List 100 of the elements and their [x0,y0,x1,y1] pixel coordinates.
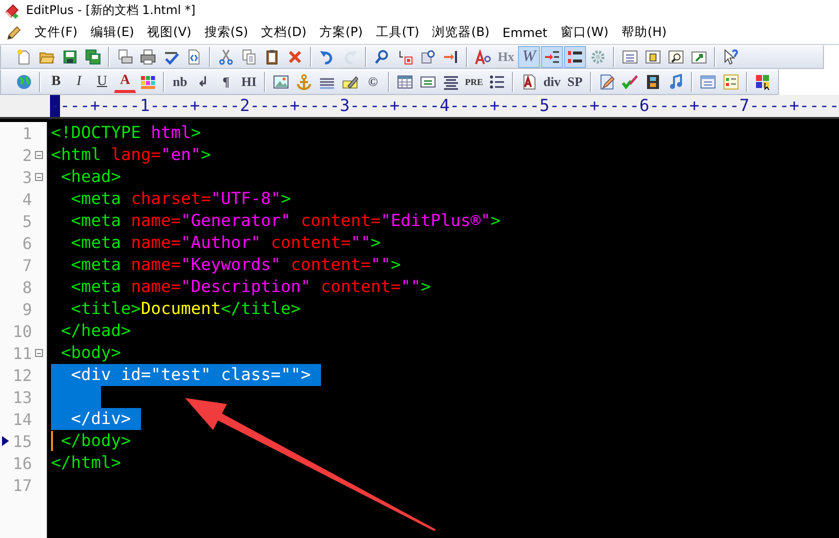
form-window-icon [700,74,716,90]
printer-icon [140,49,156,65]
line-number: 1 [21,124,32,142]
menu-item[interactable]: 文件(F) [28,22,84,43]
bullet-list-icon [489,74,505,90]
anchor-icon [296,74,312,90]
fold-toggle-icon[interactable] [35,349,43,357]
format-button[interactable]: div [541,71,563,93]
code-line: </head> [60,320,131,342]
line-numbers-icon [567,49,583,65]
format-button[interactable]: ↲ [192,71,214,93]
align-lines-icon [443,74,459,90]
scissors-icon [218,49,234,65]
menu-item[interactable]: 工具(T) [369,22,426,43]
line-number: 3 [21,168,32,186]
format-button[interactable]: ¶ [215,71,237,93]
delete-icon [287,49,303,65]
code-line: <title>Document</title> [70,298,301,320]
checkmark-brush-icon [622,74,638,90]
line-number: 7 [21,256,32,274]
fold-toggle-icon[interactable] [35,173,43,181]
clipboard-icon [264,49,280,65]
list-window-icon [622,49,638,65]
line-number: 5 [21,212,32,230]
font-size-icon [475,49,491,65]
text-field-icon [420,74,436,90]
line-number: 8 [21,278,32,296]
app-logo-icon [4,2,20,18]
code-line: </html> [51,452,121,474]
find-in-files-icon [420,49,436,65]
format-button[interactable]: SP [564,71,586,93]
menu-item[interactable]: 搜索(S) [198,22,255,43]
window-title: EditPlus - [新的文档 1.html *] [26,2,196,19]
menu-item[interactable]: 浏览器(B) [426,22,496,43]
line-number: 10 [12,322,32,340]
search-window-icon [668,49,684,65]
format-button[interactable]: PRE [463,71,485,93]
indent-icon [544,49,560,65]
panel-window-icon [645,49,661,65]
code-line: <!DOCTYPE html> [51,122,201,144]
code-line: <meta name="Description" content=""> [70,276,431,298]
code-line: </body> [60,430,131,452]
code-line: <meta name="Keywords" content=""> [70,254,401,276]
line-number: 12 [12,366,32,384]
replace-icon [397,49,413,65]
menu-item[interactable]: 方案(P) [313,22,370,43]
menu-item[interactable]: 帮助(H) [615,22,674,43]
film-strip-icon [645,74,661,90]
format-button[interactable]: I [68,71,90,93]
help-pointer-icon [723,49,739,65]
line-number: 9 [21,300,32,318]
undo-icon [319,49,335,65]
search-icon [374,49,390,65]
menu-item[interactable]: 文档(D) [254,22,314,43]
table-icon [397,74,413,90]
code-line: <meta name="Generator" content="EditPlus®"> [70,210,501,232]
line-number: 2 [21,146,32,164]
picture-icon [273,74,289,90]
redo-icon [342,49,358,65]
checklist-icon [723,74,739,90]
menu-item[interactable]: 视图(V) [140,22,198,43]
format-button[interactable]: W [518,46,540,68]
edit-document-icon [599,74,615,90]
code-line: <meta name="Author" content=""> [70,232,381,254]
fold-toggle-icon[interactable] [35,151,43,159]
gear-icon [590,49,606,65]
goto-icon [443,49,459,65]
line-number: 11 [12,344,32,362]
color-grid-icon [140,74,156,90]
line-number: 6 [21,234,32,252]
code-line: <head> [60,166,121,188]
format-button[interactable]: U [91,71,113,93]
music-note-icon [668,74,684,90]
floppy-disks-icon [85,49,101,65]
format-button[interactable]: nb [169,71,191,93]
format-button[interactable]: B [45,71,67,93]
line-number: 17 [12,476,32,494]
code-line: <meta charset="UTF-8"> [70,188,291,210]
copy-icon [241,49,257,65]
new-file-icon [16,49,32,65]
spell-check-icon [163,49,179,65]
color-cursor-icon [755,74,771,90]
line-number: 15 [12,432,32,450]
line-number: 13 [12,388,32,406]
indent-button[interactable] [541,46,563,68]
code-line: <body> [60,342,121,364]
format-button[interactable]: HI [238,71,260,93]
globe-icon [16,74,32,90]
format-button[interactable]: © [362,71,384,93]
code-page-icon [186,49,202,65]
menu-item[interactable]: 编辑(E) [84,22,141,43]
menu-item[interactable]: 窗口(W) [554,22,616,43]
code-line: <html lang="en"> [51,144,211,166]
pencil-field-icon [342,74,358,90]
line-number: 16 [12,454,32,472]
line-number: 14 [12,410,32,428]
line-number: 4 [21,190,32,208]
menu-item[interactable]: Emmet [496,23,554,42]
line-numbers-button[interactable] [564,46,586,68]
pencil-icon [6,24,22,40]
